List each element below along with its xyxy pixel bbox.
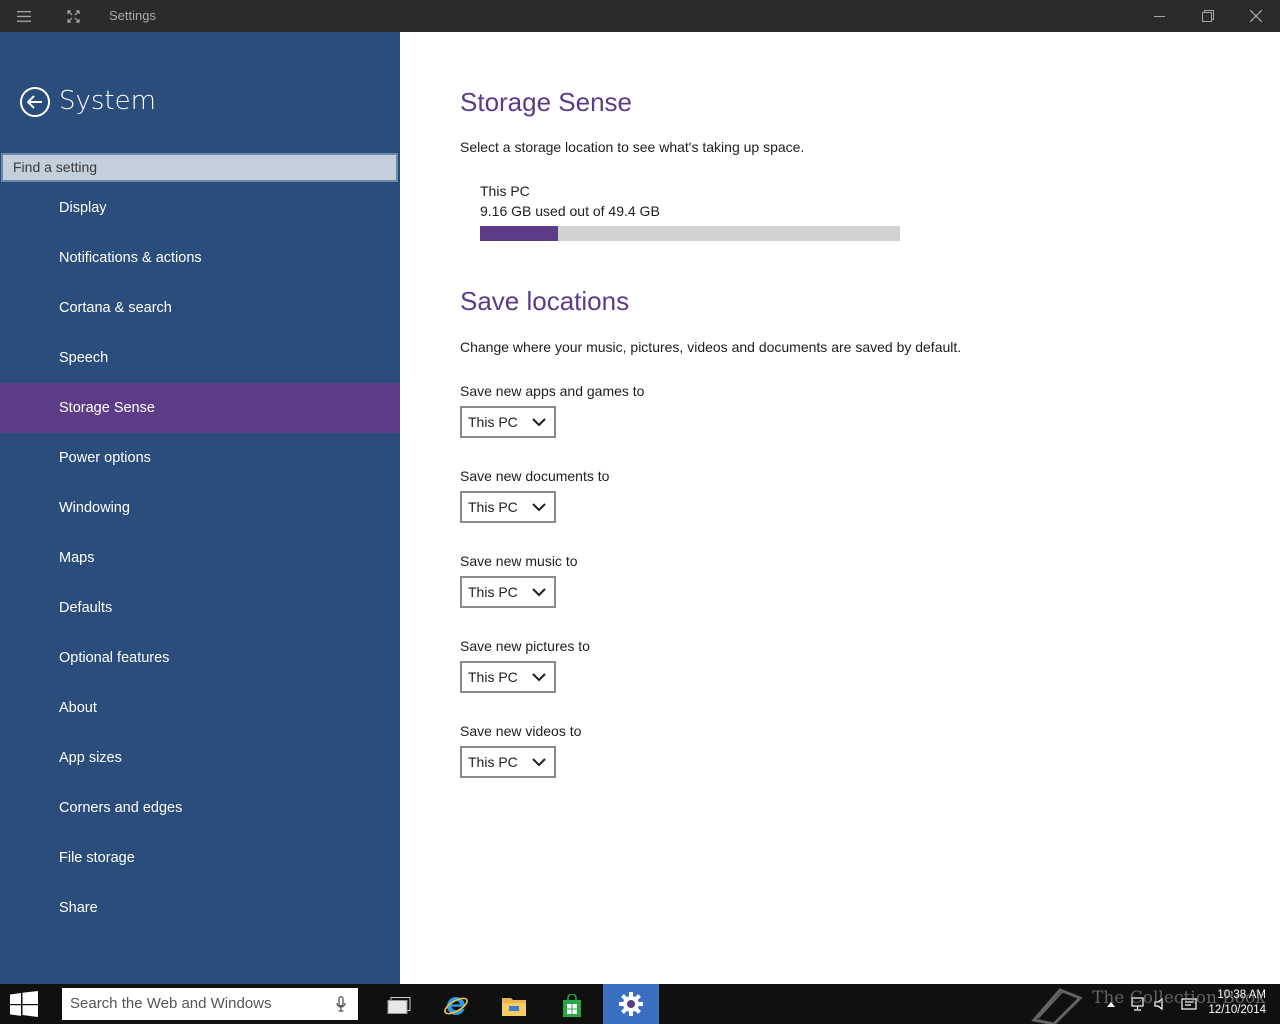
save-pictures-value: This PC xyxy=(468,669,518,685)
save-pictures-dropdown[interactable]: This PC xyxy=(460,661,556,693)
sidebar-item-notifications[interactable]: Notifications & actions xyxy=(0,233,400,283)
save-apps-value: This PC xyxy=(468,414,518,430)
sidebar-item-optional-features[interactable]: Optional features xyxy=(0,633,400,683)
save-documents-label: Save new documents to xyxy=(460,468,610,484)
save-music-dropdown[interactable]: This PC xyxy=(460,576,556,608)
sidebar-item-cortana[interactable]: Cortana & search xyxy=(0,283,400,333)
drive-usage-fill xyxy=(480,226,558,241)
restore-button[interactable] xyxy=(1185,0,1231,32)
sidebar-item-windowing[interactable]: Windowing xyxy=(0,483,400,533)
save-music-label: Save new music to xyxy=(460,553,578,569)
file-explorer-icon[interactable] xyxy=(486,988,542,1024)
back-arrow-icon[interactable] xyxy=(20,87,50,117)
save-videos-value: This PC xyxy=(468,754,518,770)
sidebar-item-file-storage[interactable]: File storage xyxy=(0,833,400,883)
drive-name[interactable]: This PC xyxy=(480,183,530,199)
microphone-icon[interactable] xyxy=(336,996,346,1012)
sidebar-item-storage-sense[interactable]: Storage Sense xyxy=(0,383,400,433)
watermark-text: The Collection Book xyxy=(1092,988,1266,1008)
drive-usage-text: 9.16 GB used out of 49.4 GB xyxy=(480,203,660,219)
save-documents-value: This PC xyxy=(468,499,518,515)
full-screen-icon[interactable] xyxy=(63,8,83,24)
book-logo-icon xyxy=(1031,988,1083,1024)
store-icon[interactable] xyxy=(544,988,600,1024)
settings-gear-icon[interactable] xyxy=(603,984,659,1024)
save-music-value: This PC xyxy=(468,584,518,600)
sidebar-item-share[interactable]: Share xyxy=(0,883,400,933)
minimize-button[interactable] xyxy=(1137,0,1183,32)
watermark: The Collection Book xyxy=(1030,984,1270,1024)
taskbar-search-placeholder: Search the Web and Windows xyxy=(70,995,272,1012)
sidebar-item-maps[interactable]: Maps xyxy=(0,533,400,583)
drive-usage-bar[interactable] xyxy=(480,226,900,241)
chevron-down-icon xyxy=(532,418,546,427)
sidebar-item-display[interactable]: Display xyxy=(0,183,400,233)
save-pictures-label: Save new pictures to xyxy=(460,638,590,654)
sidebar-item-app-sizes[interactable]: App sizes xyxy=(0,733,400,783)
sidebar-item-power[interactable]: Power options xyxy=(0,433,400,483)
internet-explorer-icon[interactable] xyxy=(428,988,484,1024)
find-setting-input[interactable]: Find a setting xyxy=(1,153,398,182)
sidebar: System Find a setting Display Notificati… xyxy=(0,32,400,984)
chevron-down-icon xyxy=(532,758,546,767)
save-apps-dropdown[interactable]: This PC xyxy=(460,406,556,438)
storage-sense-heading: Storage Sense xyxy=(460,87,633,117)
chevron-down-icon xyxy=(532,588,546,597)
sidebar-nav: Display Notifications & actions Cortana … xyxy=(0,183,400,933)
save-videos-dropdown[interactable]: This PC xyxy=(460,746,556,778)
save-locations-description: Change where your music, pictures, video… xyxy=(460,339,962,355)
page-title: System xyxy=(59,86,156,116)
save-locations-heading: Save locations xyxy=(460,286,630,316)
chevron-down-icon xyxy=(532,673,546,682)
save-documents-dropdown[interactable]: This PC xyxy=(460,491,556,523)
windows-start-icon[interactable] xyxy=(10,991,38,1017)
sidebar-item-corners[interactable]: Corners and edges xyxy=(0,783,400,833)
hamburger-menu-icon[interactable] xyxy=(14,8,34,24)
task-view-icon[interactable] xyxy=(371,988,427,1024)
chevron-down-icon xyxy=(532,503,546,512)
title-bar: Settings xyxy=(0,0,1280,32)
sidebar-item-about[interactable]: About xyxy=(0,683,400,733)
storage-description: Select a storage location to see what's … xyxy=(460,139,805,155)
window-title: Settings xyxy=(109,8,156,23)
save-videos-label: Save new videos to xyxy=(460,723,582,739)
save-apps-label: Save new apps and games to xyxy=(460,383,645,399)
sidebar-item-speech[interactable]: Speech xyxy=(0,333,400,383)
close-button[interactable] xyxy=(1233,0,1279,32)
taskbar-search-input[interactable]: Search the Web and Windows xyxy=(62,988,358,1020)
main-content: Storage Sense Select a storage location … xyxy=(400,32,1280,984)
sidebar-item-defaults[interactable]: Defaults xyxy=(0,583,400,633)
